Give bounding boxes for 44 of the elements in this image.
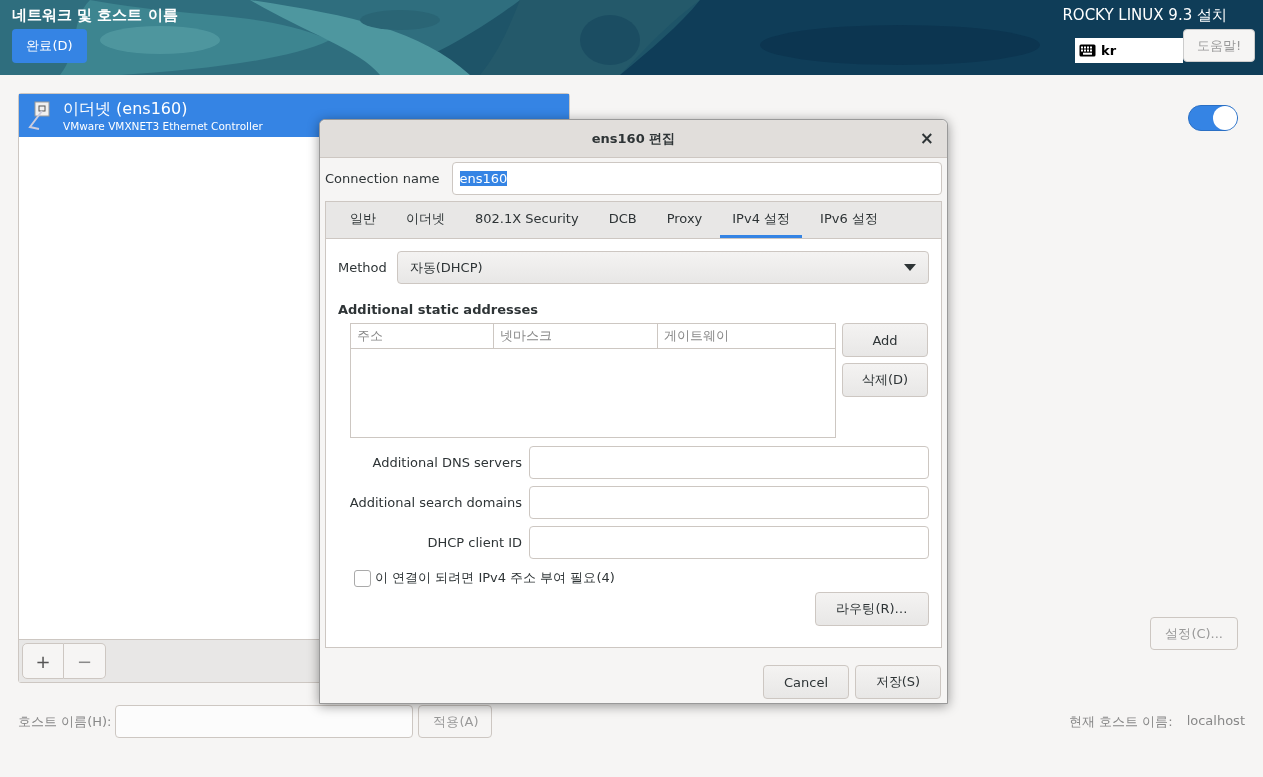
tab[interactable]: 802.1X Security xyxy=(463,202,591,238)
dialog-title: ens160 편집 xyxy=(591,129,676,148)
product-title: ROCKY LINUX 9.3 설치 xyxy=(1062,6,1227,25)
save-button[interactable]: 저장(S) xyxy=(855,665,941,699)
device-name: 이더넷 (ens160) xyxy=(63,99,189,120)
checkbox[interactable] xyxy=(354,569,371,587)
field-label: Additional DNS servers xyxy=(372,455,522,470)
keyboard-layout-indicator[interactable]: kr xyxy=(1075,38,1183,63)
connection-name-label: Connection name xyxy=(325,171,440,186)
checkbox-label: 이 연결이 되려면 IPv4 주소 부여 필요(4) xyxy=(375,569,615,587)
page-title: 네트워크 및 호스트 이름 xyxy=(12,6,178,25)
done-button[interactable]: 완료(D) xyxy=(12,29,87,63)
current-hostname-label: 현재 호스트 이름: xyxy=(1069,712,1173,731)
tab[interactable]: DCB xyxy=(596,202,649,238)
column-header: 넷마스크 xyxy=(493,324,659,348)
tab[interactable]: 일반 xyxy=(338,202,388,238)
hostname-label: 호스트 이름(H): xyxy=(18,712,112,731)
cancel-button[interactable]: Cancel xyxy=(763,665,849,699)
routes-button[interactable]: 라우팅(R)… xyxy=(815,592,929,626)
field-label: DHCP client ID xyxy=(427,535,522,550)
current-hostname: localhost xyxy=(1186,712,1245,730)
tab[interactable]: IPv6 설정 xyxy=(808,202,890,238)
hostname-field[interactable] xyxy=(115,705,414,738)
column-header: 게이트웨이 xyxy=(663,327,731,345)
delete-button[interactable]: 삭제(D) xyxy=(842,363,928,397)
device-switch[interactable] xyxy=(1188,105,1238,131)
input-field[interactable] xyxy=(529,486,929,519)
connection-name-field[interactable]: ens160 xyxy=(451,162,942,195)
field-label: Additional search domains xyxy=(349,495,522,510)
tab[interactable]: 이더넷 xyxy=(394,202,457,238)
method-dropdown[interactable]: 자동(DHCP) xyxy=(396,251,929,284)
section-title: Additional static addresses xyxy=(338,302,539,317)
column-header: 주소 xyxy=(351,324,494,348)
input-field[interactable] xyxy=(529,446,929,479)
add-button[interactable]: + xyxy=(22,643,64,679)
close-button[interactable]: × xyxy=(916,128,937,148)
tab[interactable]: Proxy xyxy=(654,202,715,238)
input-field[interactable] xyxy=(529,526,929,559)
device-description: VMware VMXNET3 Ethernet Controller xyxy=(63,120,263,132)
dropdown-arrow-icon xyxy=(904,264,916,271)
tab[interactable]: IPv4 설정 xyxy=(720,202,803,238)
add-button[interactable]: Add xyxy=(842,323,928,357)
method-label: Method xyxy=(338,260,387,275)
keyboard-icon xyxy=(1079,44,1096,57)
